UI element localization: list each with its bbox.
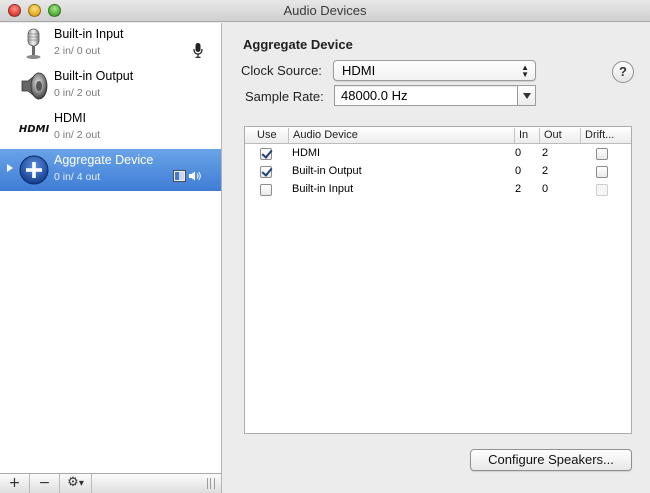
speaker-icon xyxy=(21,72,48,100)
volume-icon xyxy=(189,171,201,181)
device-io: 0 in/ 2 out xyxy=(54,87,101,99)
use-checkbox[interactable] xyxy=(260,184,272,196)
device-io: 2 in/ 0 out xyxy=(54,45,101,57)
add-device-button[interactable]: + xyxy=(0,474,30,493)
disclosure-triangle-icon[interactable] xyxy=(7,164,13,172)
device-cell: HDMI xyxy=(292,147,321,159)
drift-checkbox[interactable] xyxy=(596,148,608,160)
device-cell: Built-in Output xyxy=(292,165,362,177)
gear-icon: ⚙ xyxy=(67,475,79,490)
remove-device-button[interactable]: − xyxy=(30,474,60,493)
device-list[interactable]: Built-in Input 2 in/ 0 out Built-in Outp… xyxy=(0,23,222,473)
resize-grip-icon[interactable] xyxy=(207,478,215,489)
use-checkbox[interactable] xyxy=(260,148,272,160)
device-io: 0 in/ 4 out xyxy=(54,171,101,183)
sample-rate-value: 48000.0 Hz xyxy=(341,88,408,103)
zoom-button[interactable] xyxy=(48,4,61,17)
out-cell: 2 xyxy=(542,165,549,177)
device-item-built-in-input[interactable]: Built-in Input 2 in/ 0 out xyxy=(0,23,221,65)
title-bar: Audio Devices xyxy=(0,0,650,22)
clock-source-label: Clock Source: xyxy=(241,63,322,78)
clock-source-popup[interactable]: HDMI ▲ ▼ xyxy=(333,60,536,81)
in-cell: 0 xyxy=(515,165,522,177)
close-button[interactable] xyxy=(8,4,21,17)
in-cell: 2 xyxy=(515,183,522,195)
device-cell: Built-in Input xyxy=(292,183,354,195)
in-cell: 0 xyxy=(515,147,522,159)
device-item-hdmi[interactable]: HDMI HDMI 0 in/ 2 out xyxy=(0,107,221,149)
default-input-mic-icon xyxy=(193,43,203,58)
device-name: Aggregate Device xyxy=(54,153,154,167)
column-header-use[interactable]: Use xyxy=(253,128,277,143)
panel-title: Aggregate Device xyxy=(243,37,353,52)
finder-icon xyxy=(173,170,186,182)
table-row[interactable]: Built-in Output 0 2 xyxy=(245,163,631,181)
configure-speakers-button[interactable]: Configure Speakers... xyxy=(470,449,632,471)
out-cell: 0 xyxy=(542,183,549,195)
clock-source-value: HDMI xyxy=(342,63,376,78)
device-name: Built-in Input xyxy=(54,27,124,41)
updown-arrows-icon: ▲ ▼ xyxy=(521,63,529,79)
window-title: Audio Devices xyxy=(283,3,367,18)
chevron-down-icon[interactable] xyxy=(517,86,535,105)
column-header-drift[interactable]: Drift... xyxy=(580,128,614,143)
column-header-out[interactable]: Out xyxy=(539,128,562,143)
device-name: HDMI xyxy=(54,111,86,125)
drift-checkbox[interactable] xyxy=(596,166,608,178)
aggregate-device-table[interactable]: Use Audio Device In Out Drift... HDMI 0 … xyxy=(244,126,632,434)
device-item-aggregate-device[interactable]: Aggregate Device 0 in/ 4 out xyxy=(0,149,221,191)
gear-menu-button[interactable]: ⚙▾ xyxy=(60,474,92,493)
sidebar-toolbar: + − ⚙▾ xyxy=(0,473,222,493)
table-row[interactable]: HDMI 0 2 xyxy=(245,145,631,163)
device-item-built-in-output[interactable]: Built-in Output 0 in/ 2 out xyxy=(0,65,221,107)
plus-icon xyxy=(19,155,49,185)
out-cell: 2 xyxy=(542,147,549,159)
chevron-down-icon: ▾ xyxy=(78,478,84,489)
table-header: Use Audio Device In Out Drift... xyxy=(245,127,631,144)
help-button[interactable]: ? xyxy=(612,61,634,83)
sample-rate-combo[interactable]: 48000.0 Hz xyxy=(334,85,536,106)
drift-checkbox xyxy=(596,184,608,196)
table-row[interactable]: Built-in Input 2 0 xyxy=(245,181,631,199)
minimize-button[interactable] xyxy=(28,4,41,17)
svg-text:HDMI: HDMI xyxy=(19,124,50,135)
hdmi-icon: HDMI xyxy=(19,124,50,135)
column-header-audio-device[interactable]: Audio Device xyxy=(288,128,358,143)
device-io: 0 in/ 2 out xyxy=(54,129,101,141)
column-header-in[interactable]: In xyxy=(514,128,528,143)
microphone-icon xyxy=(26,28,41,59)
device-status-icons xyxy=(173,170,205,186)
sample-rate-label: Sample Rate: xyxy=(245,89,324,104)
use-checkbox[interactable] xyxy=(260,166,272,178)
device-name: Built-in Output xyxy=(54,69,134,83)
